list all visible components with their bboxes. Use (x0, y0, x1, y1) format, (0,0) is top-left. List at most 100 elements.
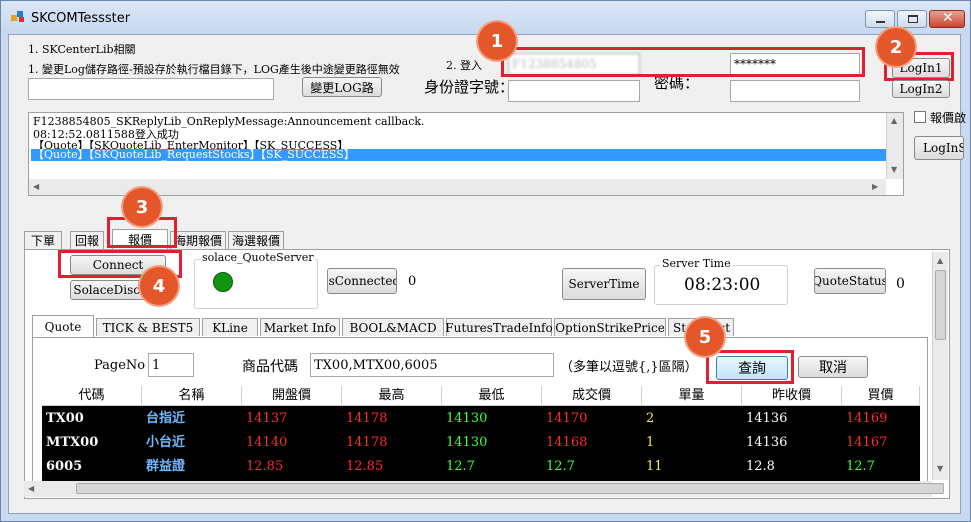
change-log-path-button[interactable]: 變更LOG路 (302, 77, 382, 97)
panel-horizontal-scrollbar[interactable]: ◀ (24, 481, 944, 497)
table-cell: 群益證 (146, 459, 186, 474)
table-row[interactable]: 6005 群益證 12.85 12.85 12.7 12.7 11 12.8 12.7 (42, 455, 920, 479)
step-badge: 1 (478, 22, 516, 60)
password2-input[interactable] (730, 80, 860, 102)
table-cell: TX00 (46, 411, 84, 426)
tab-overseas-options-quote[interactable]: 海選報價 (228, 231, 284, 249)
scroll-down-icon: ▼ (891, 165, 898, 174)
solace-group-label: solace_QuoteServer (200, 251, 316, 264)
maximize-button[interactable] (897, 10, 927, 28)
minimize-button[interactable] (865, 10, 895, 28)
subtab-market-info[interactable]: Market Info (260, 318, 340, 336)
step-badge: 3 (123, 188, 161, 226)
table-cell: 1 (646, 435, 655, 450)
report-checkbox-label: 報價啟 (930, 111, 967, 125)
quote-table: 代碼 名稱 開盤價 最高 最低 成交價 單量 昨收價 買價 TX00 台指近 141… (42, 386, 920, 482)
maximize-icon (908, 15, 918, 23)
table-cell: 台指近 (146, 411, 186, 426)
scroll-left-icon: ◀ (33, 182, 40, 191)
column-header: 昨收價 (742, 386, 842, 406)
page-no-input[interactable]: 1 (148, 353, 194, 377)
close-icon: ✕ (942, 10, 954, 26)
table-row[interactable]: TX00 台指近 14137 14178 14130 14170 2 14136 14169 (42, 407, 920, 431)
quote-status-button[interactable]: QuoteStatus (814, 268, 886, 294)
server-time-group-label: Server Time (660, 257, 733, 270)
step-badge: 5 (686, 318, 724, 356)
subtab-tick-best5[interactable]: TICK & BEST5 (96, 318, 200, 336)
table-cell: 14167 (846, 435, 888, 450)
log-path-input[interactable] (28, 78, 274, 100)
log-path-label: 1. 變更Log儲存路徑-預設存於執行檔目錄下，LOG產生後中途變更路徑無效 (28, 63, 400, 76)
subtab-quote[interactable]: Quote (32, 315, 94, 337)
log-listbox[interactable]: F1238854805_SKReplyLib_OnReplyMessage:An… (28, 112, 904, 196)
table-cell: 12.7 (846, 459, 875, 474)
table-cell: 14130 (446, 435, 488, 450)
table-cell: 12.7 (446, 459, 475, 474)
table-row[interactable]: MTX00 小台近 14140 14178 14130 14168 1 14136 14167 (42, 431, 920, 455)
scroll-up-icon: ▲ (891, 116, 898, 125)
table-cell: 12.85 (246, 459, 284, 474)
table-cell: 14178 (346, 411, 388, 426)
scroll-thumb[interactable] (935, 270, 946, 340)
table-cell: 14140 (246, 435, 288, 450)
login-highlight-box (501, 47, 865, 77)
log-line-selected: 【Quote】【SKQuoteLib_RequestStocks】【SK_SUC… (31, 149, 886, 161)
column-header: 最高 (342, 386, 442, 406)
product-code-label: 商品代碼 (242, 359, 298, 375)
table-cell: 14170 (546, 411, 588, 426)
section-label: 1. SKCenterLib相關 (28, 43, 136, 56)
log-horizontal-scrollbar[interactable]: ◀ ▶ (29, 179, 886, 195)
scroll-right-icon: ▶ (872, 182, 879, 191)
table-cell: 11 (646, 459, 663, 474)
subtab-kline[interactable]: KLine (202, 318, 258, 336)
scroll-down-icon: ▼ (937, 464, 944, 473)
column-header: 成交價 (542, 386, 642, 406)
table-cell: 14137 (246, 411, 288, 426)
product-code-hint: （多筆以逗號{,}區隔） (560, 360, 698, 375)
query-highlight-box (706, 350, 794, 384)
close-button[interactable]: ✕ (929, 10, 965, 28)
window-title: SKCOMTessster (31, 11, 131, 26)
is-connected-value: 0 (408, 274, 417, 289)
table-cell: 小台近 (146, 435, 186, 450)
tab-overseas-futures-quote[interactable]: 海期報價 (170, 231, 226, 249)
subtab-bool-macd[interactable]: BOOL&MACD (342, 318, 444, 336)
server-time-button[interactable]: ServerTime (562, 268, 646, 300)
table-cell: 14130 (446, 411, 488, 426)
id2-input[interactable] (508, 80, 640, 102)
log-vertical-scrollbar[interactable]: ▲ ▼ (886, 113, 903, 179)
table-cell: 14168 (546, 435, 588, 450)
scroll-thumb[interactable] (76, 483, 944, 494)
column-header: 買價 (842, 386, 920, 406)
table-cell: 14169 (846, 411, 888, 426)
subtab-option-strike-price[interactable]: OptionStrikePrice (554, 318, 666, 336)
is-connected-button[interactable]: IsConnected (327, 268, 397, 294)
tab-report[interactable]: 回報 (70, 231, 104, 249)
table-cell: 2 (646, 411, 655, 426)
table-cell: 6005 (46, 459, 83, 474)
subtab-futures-trade-info[interactable]: FuturesTradeInfo (445, 318, 553, 336)
scroll-left-icon: ◀ (28, 484, 35, 493)
table-cell: 12.7 (546, 459, 575, 474)
table-cell: 14136 (746, 435, 788, 450)
tab-order[interactable]: 下單 (24, 231, 62, 249)
step-badge: 4 (140, 267, 178, 305)
product-code-input[interactable]: TX00,MTX00,6005 (310, 353, 554, 377)
table-header: 代碼 名稱 開盤價 最高 最低 成交價 單量 昨收價 買價 (42, 386, 920, 406)
table-cell: 14136 (746, 411, 788, 426)
app-icon (11, 11, 25, 23)
id-label: 身份證字號： (424, 78, 515, 96)
column-header: 單量 (642, 386, 742, 406)
report-checkbox[interactable] (914, 111, 926, 123)
column-header: 代碼 (42, 386, 142, 406)
login2-button[interactable]: LogIn2 (892, 80, 950, 98)
table-cell: MTX00 (46, 435, 99, 450)
server-time-value: 08:23:00 (684, 275, 761, 295)
minimize-icon (876, 21, 885, 23)
column-header: 名稱 (142, 386, 242, 406)
step-badge: 2 (877, 28, 915, 66)
loginse-button[interactable]: LogInSe (914, 136, 964, 160)
cancel-button[interactable]: 取消 (798, 356, 868, 378)
page-no-label: PageNo (94, 358, 146, 373)
panel-vertical-scrollbar[interactable]: ▲ ▼ (932, 252, 948, 480)
